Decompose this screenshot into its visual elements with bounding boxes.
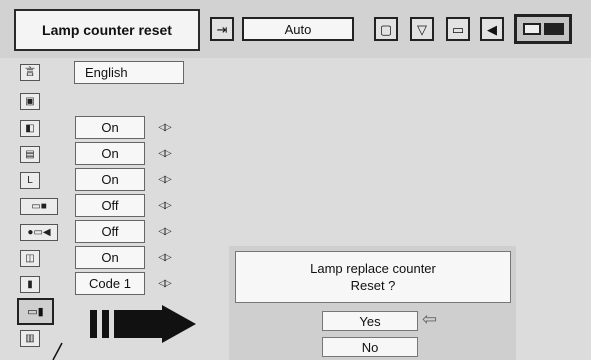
yes-button[interactable]: Yes <box>322 311 418 331</box>
left-right-arrow-icon[interactable]: ◁▷ <box>152 275 176 292</box>
left-right-arrow-icon[interactable]: ◁▷ <box>152 249 176 266</box>
language-value-text: English <box>85 65 128 80</box>
input-source-value: Auto <box>284 21 312 37</box>
remote-code-value-text: Code 1 <box>89 276 131 291</box>
frame-value[interactable]: On <box>75 142 145 165</box>
left-right-arrow-icon[interactable]: ◁▷ <box>152 119 176 136</box>
speaker-icon[interactable]: ◀ <box>480 17 504 41</box>
left-right-arrow-icon[interactable]: ◁▷ <box>152 223 176 240</box>
power-management-value[interactable]: Off <box>75 220 145 243</box>
power-management-value-text: Off <box>101 224 119 239</box>
keystone-value[interactable]: On <box>75 116 145 139</box>
left-right-arrow-icon[interactable]: ◁▷ <box>152 171 176 188</box>
frame-icon[interactable]: ▤ <box>20 146 40 163</box>
dialog-message-line2: Reset ? <box>350 278 396 293</box>
input-switch-icon[interactable]: ⇥ <box>210 17 234 41</box>
no-button[interactable]: No <box>322 337 418 357</box>
l-setting-value-text: On <box>101 172 119 187</box>
input-source-field[interactable]: Auto <box>242 17 354 41</box>
dialog-message-line1: Lamp replace counter <box>310 261 436 276</box>
keystone-icon[interactable]: ◧ <box>20 120 40 137</box>
factory-default-icon[interactable]: ▥ <box>20 330 40 347</box>
projector-value-text: Off <box>101 198 119 213</box>
keystone-value-text: On <box>101 120 119 135</box>
projector-icon[interactable]: ▭■ <box>20 198 58 215</box>
menu-setting-icon[interactable]: ▣ <box>20 93 40 110</box>
l-icon[interactable]: L <box>20 172 40 189</box>
projector-value[interactable]: Off <box>75 194 145 217</box>
screen-setting-icon[interactable] <box>514 14 572 44</box>
remote-icon[interactable]: ▮ <box>20 276 40 293</box>
l-setting-value[interactable]: On <box>75 168 145 191</box>
yes-button-label: Yes <box>359 313 381 329</box>
funnel-icon[interactable]: ▽ <box>410 17 434 41</box>
sleep-value-text: On <box>101 250 119 265</box>
frame-value-text: On <box>101 146 119 161</box>
dialog-message: Lamp replace counter Reset ? <box>235 251 511 303</box>
pointer-left-icon: ⇦ <box>422 309 438 329</box>
language-value[interactable]: English <box>74 61 184 84</box>
left-right-arrow-icon[interactable]: ◁▷ <box>152 197 176 214</box>
menu-title: Lamp counter reset <box>14 9 200 51</box>
monitor-icon[interactable]: ▭ <box>446 17 470 41</box>
lamp-counter-icon[interactable]: ▭▮ <box>17 298 54 325</box>
menu-title-text: Lamp counter reset <box>42 22 172 38</box>
remote-code-value[interactable]: Code 1 <box>75 272 145 295</box>
power-management-icon[interactable]: ●▭◀ <box>20 224 58 241</box>
sleep-icon[interactable]: ◫ <box>20 250 40 267</box>
square-icon[interactable]: ▢ <box>374 17 398 41</box>
big-right-arrow-icon <box>90 305 196 343</box>
sleep-value[interactable]: On <box>75 246 145 269</box>
no-button-label: No <box>361 339 379 355</box>
language-icon[interactable]: 言 <box>20 64 40 81</box>
left-right-arrow-icon[interactable]: ◁▷ <box>152 145 176 162</box>
